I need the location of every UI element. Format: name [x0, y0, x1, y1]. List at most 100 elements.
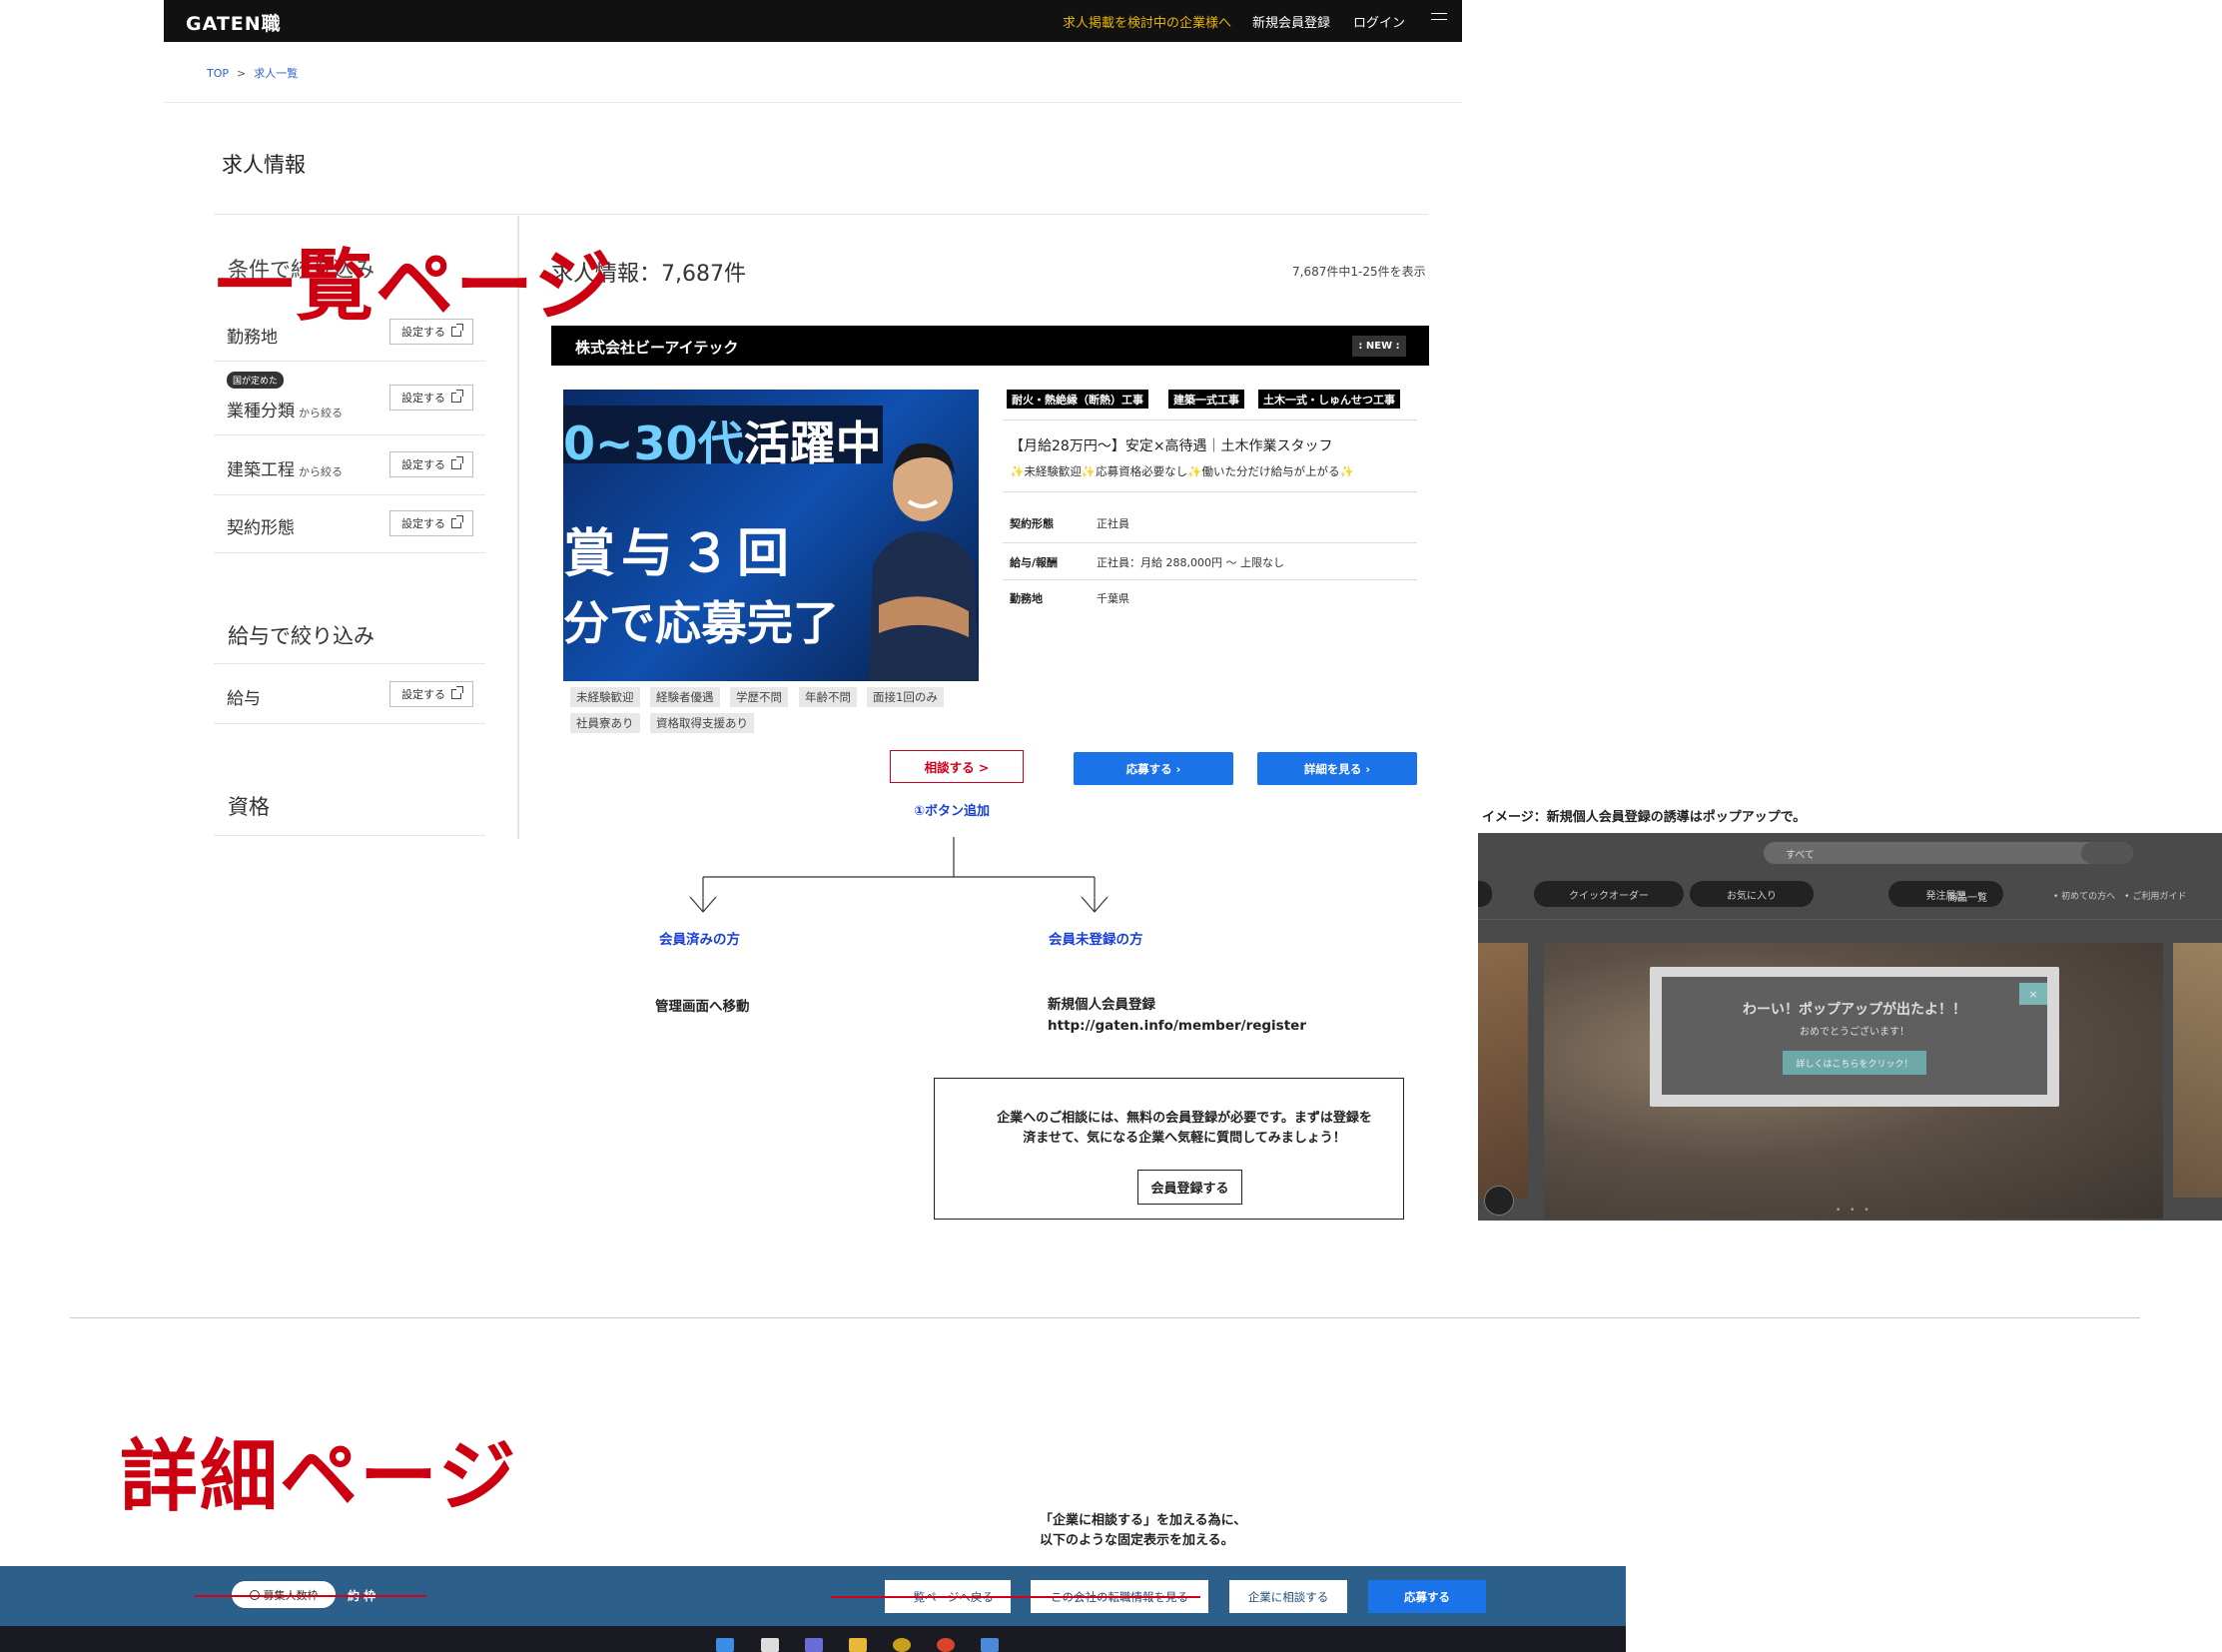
salary-filter-title: 給与で絞り込み	[228, 624, 374, 648]
qualification-filter-title: 資格	[228, 795, 270, 819]
filter-row-salary: 給与 設定する	[214, 664, 485, 724]
filter-salary-button[interactable]: 設定する	[389, 681, 473, 707]
industry-tag: 耐火・熱絶縁（断熱）工事	[1007, 390, 1148, 409]
folder-icon[interactable]	[849, 1638, 867, 1652]
image-text: 分で応募完了	[563, 596, 839, 650]
job-image[interactable]: 0~30代活躍中 賞与３回 分で応募完了	[563, 390, 979, 681]
mock-pill: クイックオーダー	[1534, 881, 1684, 907]
flow-arrows	[689, 837, 1109, 913]
sparkle-icon: ✨	[1339, 464, 1354, 478]
results-range: 7,687件中1-25件を表示	[1292, 265, 1426, 279]
external-link-icon	[451, 456, 463, 469]
mock-pill	[1478, 881, 1492, 907]
image-text: 賞与３回	[563, 524, 796, 584]
register-url[interactable]: http://gaten.info/member/register	[1048, 1016, 1306, 1037]
filter-process-button[interactable]: 設定する	[389, 451, 473, 477]
company-name[interactable]: 株式会社ビーアイテック	[575, 337, 738, 358]
filter-label: 契約形態	[227, 518, 295, 538]
teams-icon[interactable]	[805, 1638, 823, 1652]
apply-button[interactable]: 応募する ›	[1074, 752, 1233, 785]
detail-value: 千葉県	[1097, 592, 1129, 605]
nav-register-link[interactable]: 新規会員登録	[1252, 12, 1330, 31]
consult-button[interactable]: 相談する >	[890, 750, 1024, 783]
popup-example-image: すべて クイックオーダー お気に入り 発注履歴 商品一覧 • 初めての方へ • …	[1478, 833, 2222, 1221]
filter-label: 業種分類 から絞る	[227, 402, 343, 421]
detail-key: 勤務地	[1010, 592, 1043, 605]
app-icon[interactable]	[893, 1638, 911, 1652]
chrome-icon[interactable]	[937, 1638, 955, 1652]
apply-button[interactable]: 応募する	[1368, 1580, 1486, 1613]
job-subtitle: ✨未経験歓迎✨応募資格必要なし✨働いた分だけ給与が上がる✨	[1010, 464, 1354, 478]
filter-label: 給与	[227, 689, 261, 709]
annotation-button-added: ①ボタン追加	[914, 804, 991, 819]
member-register-button[interactable]: 会員登録する	[1137, 1170, 1242, 1205]
detail-value: 正社員：月給 288,000円 〜 上限なし	[1097, 556, 1284, 569]
detail-key: 給与/報酬	[1010, 556, 1059, 569]
detail-value: 正社員	[1097, 517, 1129, 530]
site-logo[interactable]: GATEN職	[186, 9, 282, 36]
strikethrough-line	[831, 1596, 1200, 1598]
flow-label-nonmember: 会員未登録の方	[1049, 932, 1143, 948]
breadcrumb-current[interactable]: 求人一覧	[254, 67, 298, 80]
divider	[1003, 579, 1417, 580]
lens-icon	[1484, 1186, 1514, 1216]
feature-chip: 資格取得支援あり	[650, 713, 754, 733]
job-card-header[interactable]: 株式会社ビーアイテック : NEW :	[551, 326, 1429, 366]
nav-corporate-link[interactable]: 求人掲載を検討中の企業様へ	[1063, 12, 1231, 31]
divider	[1003, 419, 1417, 420]
mock-popup: わーい！ポップアップが出たよ！！ おめでとうございます！ 詳しくはこちらをクリッ…	[1650, 967, 2059, 1107]
os-taskbar	[0, 1626, 1626, 1652]
notepad-icon[interactable]	[981, 1638, 999, 1652]
external-link-icon	[451, 390, 463, 403]
sparkle-icon: ✨	[1010, 464, 1025, 478]
divider	[164, 102, 1462, 103]
divider	[214, 214, 1428, 215]
feature-chip: 社員寮あり	[570, 713, 640, 733]
modal-message: 企業へのご相談には、無料の会員登録が必要です。まずは登録を済ませて、気になる企業…	[997, 1111, 1372, 1146]
search-icon	[2081, 842, 2133, 864]
feature-chip: 学歴不問	[730, 687, 788, 707]
filter-row-contract: 契約形態 設定する	[214, 495, 485, 553]
list-page-annotation: 一覧ページ	[216, 242, 614, 332]
hamburger-menu-icon[interactable]	[1431, 13, 1447, 27]
fixed-bottom-bar: 募集人数枠 約 枠 一覧ページへ戻る この会社の転職情報を見る 企業に相談する …	[0, 1566, 1626, 1626]
filter-row-process: 建築工程 から絞る 設定する	[214, 435, 485, 495]
breadcrumb-top[interactable]: TOP	[207, 67, 229, 80]
carousel-dots: • • •	[1836, 1206, 1872, 1216]
divider	[214, 835, 485, 836]
mock-bread-photo	[2173, 943, 2222, 1198]
consult-company-button[interactable]: 企業に相談する	[1229, 1580, 1347, 1613]
close-icon: ×	[2019, 983, 2047, 1005]
consult-modal-mock: 企業へのご相談には、無料の会員登録が必要です。まずは登録を済ませて、気になる企業…	[934, 1078, 1404, 1220]
filter-contract-button[interactable]: 設定する	[389, 510, 473, 536]
breadcrumb-separator: >	[237, 67, 247, 80]
sparkle-icon: ✨	[1187, 464, 1202, 478]
flow-label-member: 会員済みの方	[659, 932, 740, 948]
image-text: 0~30代活躍中	[563, 416, 882, 470]
feature-chip: 経験者優遇	[650, 687, 720, 707]
feature-chip: 年齢不問	[799, 687, 857, 707]
filter-industry-button[interactable]: 設定する	[389, 385, 473, 411]
mock-pill: お気に入り	[1690, 881, 1814, 907]
job-title[interactable]: 【月給28万円〜】安定×高待遇｜土木作業スタッフ	[1010, 435, 1333, 455]
popup-caption: イメージ：新規個人会員登録の誘導はポップアップで。	[1482, 810, 1807, 825]
sparkle-icon: ✨	[1081, 464, 1097, 478]
app-icon[interactable]	[761, 1638, 779, 1652]
filter-row-industry: 国が定めた 業種分類 から絞る 設定する	[214, 362, 485, 435]
top-nav: GATEN職 求人掲載を検討中の企業様へ 新規会員登録 ログイン	[164, 0, 1462, 42]
worker-photo-icon	[869, 442, 979, 681]
feature-chip: 面接1回のみ	[867, 687, 944, 707]
external-link-icon	[451, 515, 463, 528]
divider	[1003, 542, 1417, 543]
flow-member-action: 管理画面へ移動	[655, 999, 750, 1015]
divider	[1003, 491, 1417, 492]
start-icon[interactable]	[716, 1638, 734, 1652]
external-link-icon	[451, 686, 463, 699]
industry-tag: 建築一式工事	[1168, 390, 1244, 409]
filter-label: 建築工程 から絞る	[227, 460, 343, 480]
view-detail-button[interactable]: 詳細を見る ›	[1257, 752, 1417, 785]
breadcrumb: TOP > 求人一覧	[207, 65, 306, 81]
detail-key: 契約形態	[1010, 517, 1054, 530]
mock-bread-photo	[1478, 943, 1528, 1198]
nav-login-link[interactable]: ログイン	[1353, 12, 1405, 31]
